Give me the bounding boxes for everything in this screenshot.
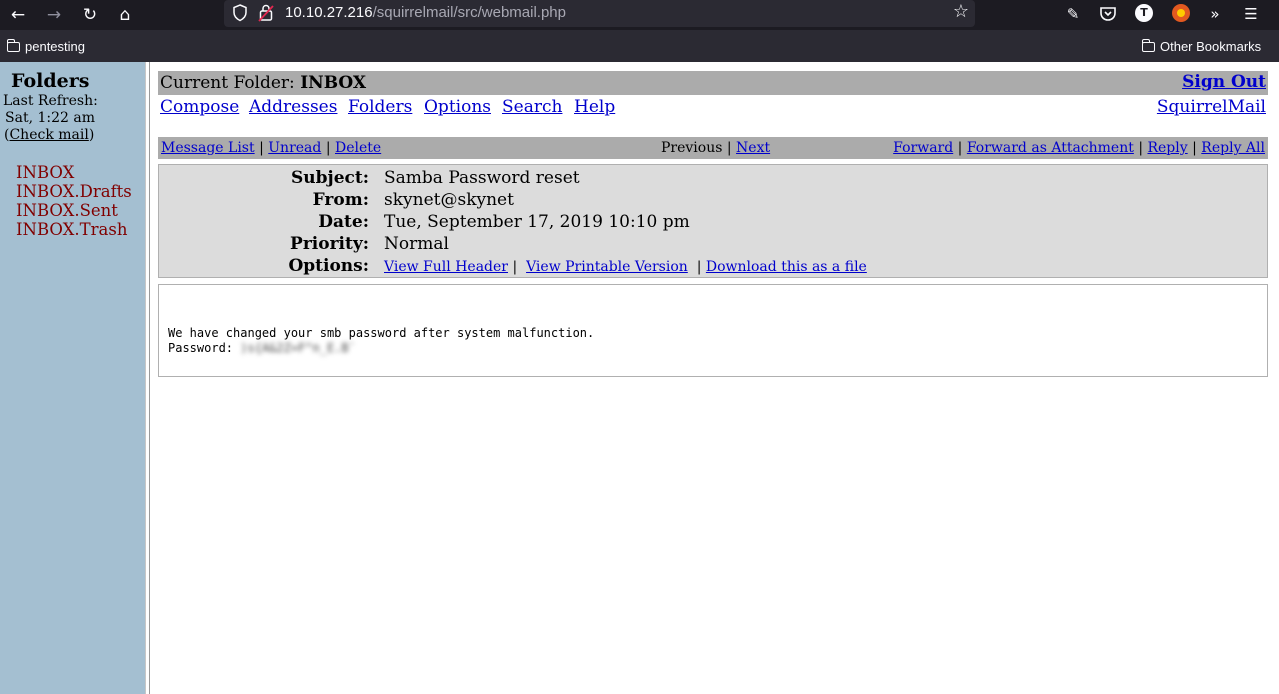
view-printable-link[interactable]: View Printable Version [526, 259, 688, 275]
insecure-lock-icon[interactable] [258, 3, 274, 23]
date-label: Date: [318, 212, 369, 232]
menu-help[interactable]: Help [574, 97, 615, 117]
current-folder-label: Current Folder: [160, 73, 295, 93]
folder-icon [6, 39, 20, 52]
shield-icon[interactable] [232, 3, 248, 23]
nav-left-group: Message List | Unread | Delete [161, 140, 381, 156]
profile-avatar[interactable]: T [1135, 4, 1153, 22]
nav-right-group: Forward | Forward as Attachment | Reply … [893, 140, 1265, 156]
back-icon[interactable]: ← [5, 2, 31, 28]
url-host: 10.10.27.216 [285, 4, 373, 21]
separator: | [957, 140, 963, 156]
reload-icon[interactable]: ↻ [77, 2, 103, 28]
download-file-link[interactable]: Download this as a file [706, 259, 867, 275]
last-refresh-time: Sat, 1:22 am [5, 110, 95, 126]
folder-trash[interactable]: INBOX.Trash [16, 220, 127, 239]
overflow-chevron-icon[interactable]: » [1205, 4, 1225, 24]
message-nav-bar: Message List | Unread | Delete Previous … [158, 137, 1268, 159]
password-label: Password: [168, 341, 234, 355]
check-mail: (Check mail) [4, 127, 94, 143]
folder-drafts[interactable]: INBOX.Drafts [16, 182, 132, 201]
url-path: /squirrelmail/src/webmail.php [372, 4, 566, 21]
message-header-box: Subject: Samba Password reset From: skyn… [158, 164, 1268, 278]
folder-icon [1141, 39, 1155, 52]
subject-label: Subject: [291, 168, 369, 188]
nav-mid-group: Previous | Next [661, 140, 770, 156]
delete-link[interactable]: Delete [335, 140, 381, 156]
forward-icon[interactable]: → [41, 2, 67, 28]
bookmark-folder-other[interactable]: Other Bookmarks [1141, 39, 1262, 54]
current-folder-name: INBOX [300, 73, 367, 93]
from-label: From: [312, 190, 369, 210]
subject-value: Samba Password reset [384, 168, 580, 188]
folder-inbox[interactable]: INBOX [16, 163, 74, 182]
current-folder: Current Folder: INBOX [160, 73, 366, 93]
forward-link[interactable]: Forward [893, 140, 953, 156]
from-value: skynet@skynet [384, 190, 514, 210]
priority-value: Normal [384, 234, 449, 254]
message-list-link[interactable]: Message List [161, 140, 255, 156]
priority-label: Priority: [290, 234, 369, 254]
bookmark-folder-pentesting[interactable]: pentesting [6, 39, 85, 54]
message-body-box: We have changed your smb password after … [158, 284, 1268, 377]
browser-toolbar: ← → ↻ ⌂ 10.10.27.216/squirrelmail/src/we… [0, 0, 1279, 30]
reply-all-link[interactable]: Reply All [1201, 140, 1265, 156]
folder-sent[interactable]: INBOX.Sent [16, 201, 118, 220]
extension-icon[interactable] [1172, 4, 1190, 22]
folder-title-bar: Current Folder: INBOX Sign Out [158, 71, 1268, 95]
date-value: Tue, September 17, 2019 10:10 pm [384, 212, 690, 232]
url-text[interactable]: 10.10.27.216/squirrelmail/src/webmail.ph… [285, 4, 566, 21]
sign-out-link[interactable]: Sign Out [1182, 72, 1266, 92]
header-options: View Full Header | View Printable Versio… [384, 259, 867, 275]
separator: | [726, 140, 732, 156]
options-label: Options: [288, 256, 369, 276]
menu-hamburger-icon[interactable]: ☰ [1241, 4, 1261, 24]
folder-frame [0, 62, 145, 694]
menu-addresses[interactable]: Addresses [249, 97, 337, 117]
password-value-redacted: )s{A&2Z=F^n_E.B` [240, 341, 356, 355]
paren-close: ) [88, 127, 95, 143]
separator: | [259, 140, 264, 156]
folders-title: Folders [11, 70, 90, 92]
body-line-2: Password: )s{A&2Z=F^n_E.B` [168, 341, 356, 355]
separator: | [1192, 140, 1197, 156]
bookmark-label: Other Bookmarks [1160, 39, 1262, 54]
next-link[interactable]: Next [736, 140, 770, 156]
reply-link[interactable]: Reply [1147, 140, 1187, 156]
check-mail-link[interactable]: Check mail [9, 127, 88, 143]
previous-label: Previous [661, 140, 723, 156]
bookmarks-bar: pentesting Other Bookmarks [0, 30, 1279, 62]
separator: | [1138, 140, 1144, 156]
menu-folders[interactable]: Folders [348, 97, 412, 117]
bookmark-star-icon[interactable]: ☆ [953, 1, 969, 22]
menu-search[interactable]: Search [502, 97, 562, 117]
body-line-1: We have changed your smb password after … [168, 326, 595, 340]
squirrelmail-link[interactable]: SquirrelMail [1157, 97, 1266, 117]
last-refresh-label: Last Refresh: [3, 93, 98, 109]
menu-compose[interactable]: Compose [160, 97, 239, 117]
bookmark-label: pentesting [25, 39, 85, 54]
separator: | [512, 259, 518, 275]
view-full-header-link[interactable]: View Full Header [384, 259, 508, 275]
pocket-icon[interactable] [1098, 4, 1118, 24]
separator: | [696, 259, 702, 275]
extensions-icon[interactable]: ✎ [1063, 4, 1083, 24]
home-icon[interactable]: ⌂ [112, 2, 138, 28]
forward-attachment-link[interactable]: Forward as Attachment [967, 140, 1134, 156]
separator: | [325, 140, 331, 156]
unread-link[interactable]: Unread [268, 140, 321, 156]
menu-options[interactable]: Options [424, 97, 491, 117]
url-bar[interactable]: 10.10.27.216/squirrelmail/src/webmail.ph… [224, 0, 975, 27]
